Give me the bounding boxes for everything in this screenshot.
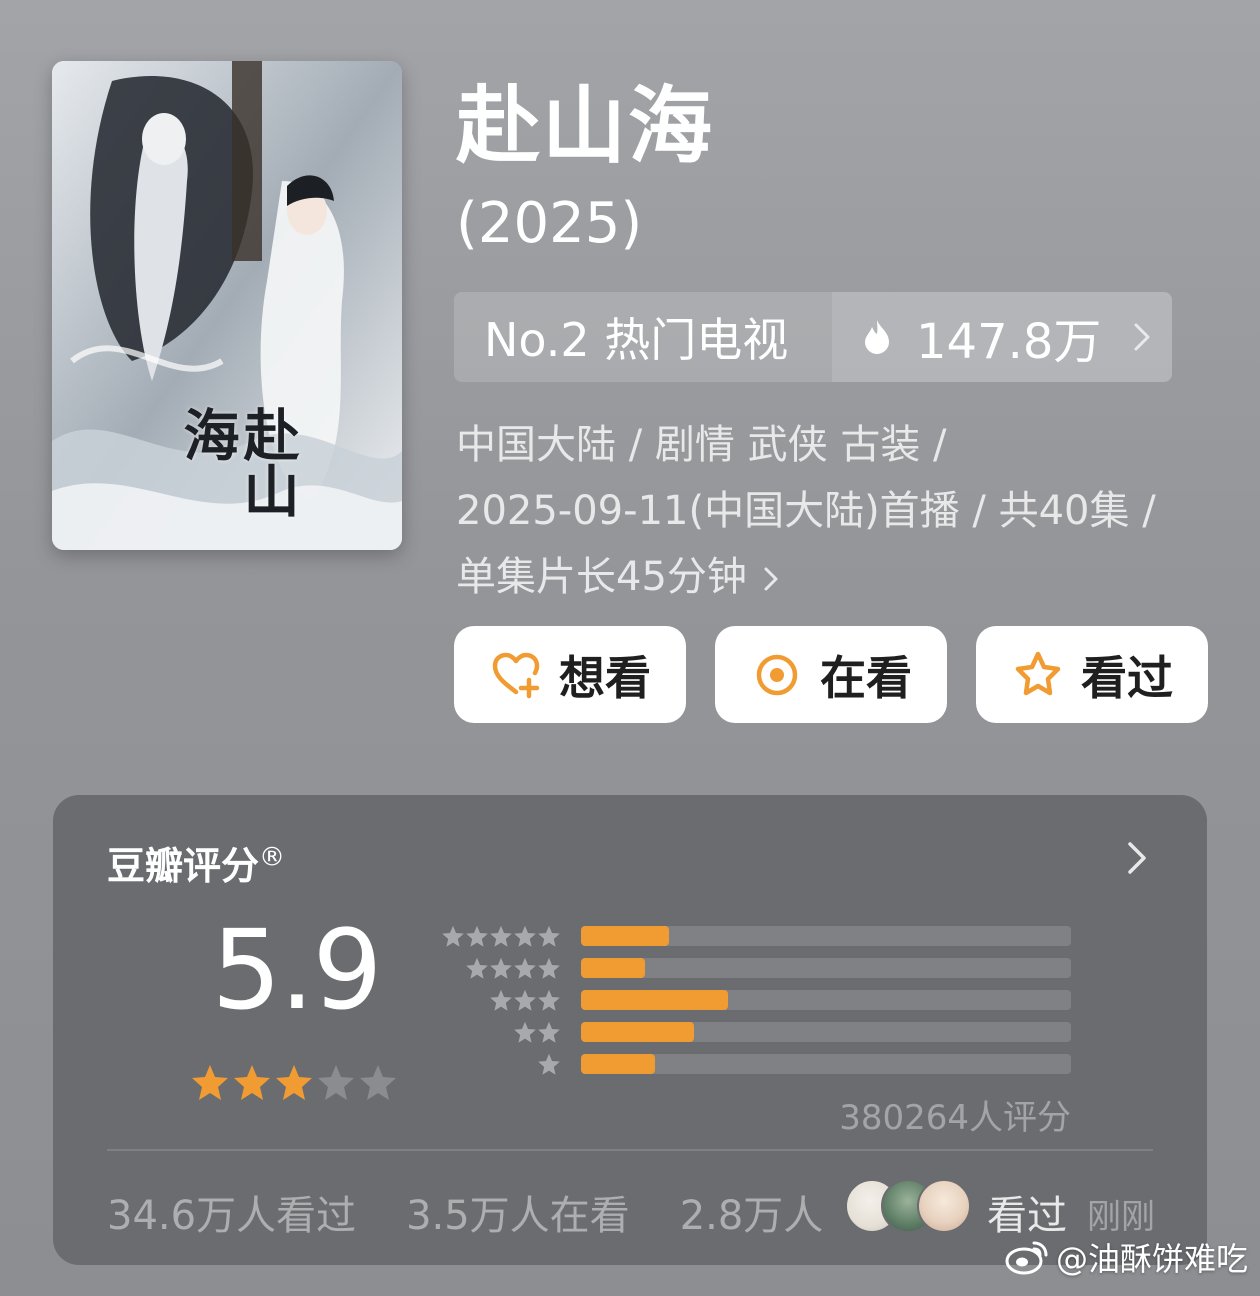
- meta-region-genre: 中国大陆 / 剧情 武侠 古装 /: [456, 422, 947, 468]
- watch-stats: 34.6万人看过 3.5万人在看 2.8万人: [107, 1183, 823, 1241]
- want-to-watch-button[interactable]: 想看: [454, 626, 686, 723]
- star-empty-icon: [318, 1065, 354, 1100]
- distribution-stars: [439, 924, 561, 948]
- distribution-row: [439, 984, 1071, 1016]
- rank-pill[interactable]: No.2 热门电视 147.8万: [454, 292, 1172, 382]
- watermark: @油酥饼难吃: [1004, 1234, 1248, 1280]
- want-count: 2.8万人: [679, 1193, 824, 1239]
- watched-button[interactable]: 看过: [976, 626, 1208, 723]
- meta-premiere: 2025-09-11(中国大陆)首播 / 共40集 /: [456, 488, 1156, 534]
- meta-info[interactable]: 中国大陆 / 剧情 武侠 古装 / 2025-09-11(中国大陆)首播 / 共…: [456, 412, 1216, 610]
- action-buttons: 想看 在看 看过: [454, 626, 1208, 723]
- heat-value: 147.8万: [916, 314, 1102, 370]
- weibo-icon: [1005, 1241, 1048, 1275]
- star-icon: [538, 1053, 560, 1075]
- friends-action: 看过: [987, 1193, 1067, 1239]
- star-icon: [538, 989, 560, 1011]
- star-icon: [466, 957, 488, 979]
- watching-label: 在看: [820, 650, 912, 705]
- star-filled-icon: [276, 1065, 312, 1100]
- distribution-row: [439, 1016, 1071, 1048]
- bar-fill: [581, 990, 728, 1010]
- watched-count: 34.6万人看过: [107, 1193, 357, 1239]
- star-icon: [490, 925, 512, 947]
- friends-time: 刚刚: [1087, 1197, 1155, 1237]
- avatar: [917, 1179, 971, 1233]
- distribution-stars: [439, 956, 561, 980]
- want-to-watch-label: 想看: [559, 650, 651, 705]
- rank-label: No.2 热门电视: [454, 292, 832, 382]
- distribution-stars: [439, 1020, 561, 1044]
- rating-score: 5.9: [211, 906, 383, 1034]
- watching-count: 3.5万人在看: [406, 1193, 630, 1239]
- friend-avatars[interactable]: [845, 1179, 971, 1233]
- distribution-stars: [439, 988, 561, 1012]
- star-icon: [442, 925, 464, 947]
- bar-fill: [581, 926, 670, 946]
- star-icon: [514, 989, 536, 1011]
- bar-track: [581, 958, 1071, 978]
- bar-fill: [581, 1022, 694, 1042]
- bar-fill: [581, 958, 645, 978]
- poster-calligraphy: 赴山海: [174, 406, 300, 518]
- rating-card[interactable]: 豆瓣评分® 5.9 380264人评分 34.6万人看过 3.5万人在看 2.8…: [53, 795, 1207, 1265]
- rating-title-text: 豆瓣评分: [107, 844, 260, 888]
- registered-mark: ®: [259, 842, 286, 873]
- heart-plus-icon: [492, 652, 540, 698]
- star-icon: [538, 1021, 560, 1043]
- chevron-right-icon[interactable]: [1127, 841, 1147, 875]
- star-icon: [514, 925, 536, 947]
- rating-distribution: [439, 920, 1071, 1080]
- release-year: (2025): [456, 191, 643, 256]
- score-stars: [190, 1062, 398, 1102]
- star-icon: [514, 1021, 536, 1043]
- chevron-right-icon: [1134, 323, 1150, 351]
- star-icon: [514, 957, 536, 979]
- bar-track: [581, 990, 1071, 1010]
- bar-fill: [581, 1054, 655, 1074]
- circle-dot-icon: [756, 654, 798, 695]
- distribution-stars: [439, 1052, 561, 1076]
- poster-art: [52, 61, 402, 550]
- star-filled-icon: [234, 1065, 270, 1100]
- star-filled-icon: [192, 1065, 228, 1100]
- star-icon: [490, 989, 512, 1011]
- rating-title: 豆瓣评分®: [107, 835, 285, 890]
- star-icon: [538, 957, 560, 979]
- chevron-right-icon: [764, 567, 778, 591]
- star-icon: [466, 925, 488, 947]
- bar-track: [581, 1022, 1071, 1042]
- distribution-row: [439, 920, 1071, 952]
- fire-icon: [865, 320, 889, 354]
- distribution-row: [439, 952, 1071, 984]
- star-outline-icon: [1015, 651, 1061, 695]
- distribution-row: [439, 1048, 1071, 1080]
- star-empty-icon: [360, 1065, 396, 1100]
- meta-duration-row: 单集片长45分钟: [456, 544, 1216, 610]
- star-icon: [490, 957, 512, 979]
- bar-track: [581, 1054, 1071, 1074]
- bar-track: [581, 926, 1071, 946]
- watching-button[interactable]: 在看: [715, 626, 947, 723]
- watermark-text: @油酥饼难吃: [1055, 1240, 1248, 1278]
- divider: [107, 1149, 1153, 1151]
- watched-label: 看过: [1081, 650, 1173, 705]
- meta-duration: 单集片长45分钟: [456, 554, 747, 600]
- heat-section: 147.8万: [832, 292, 1172, 382]
- page-title: 赴山海: [456, 77, 715, 175]
- poster-image[interactable]: 赴山海: [52, 61, 402, 550]
- rating-count: 380264人评分: [839, 1098, 1071, 1138]
- star-icon: [538, 925, 560, 947]
